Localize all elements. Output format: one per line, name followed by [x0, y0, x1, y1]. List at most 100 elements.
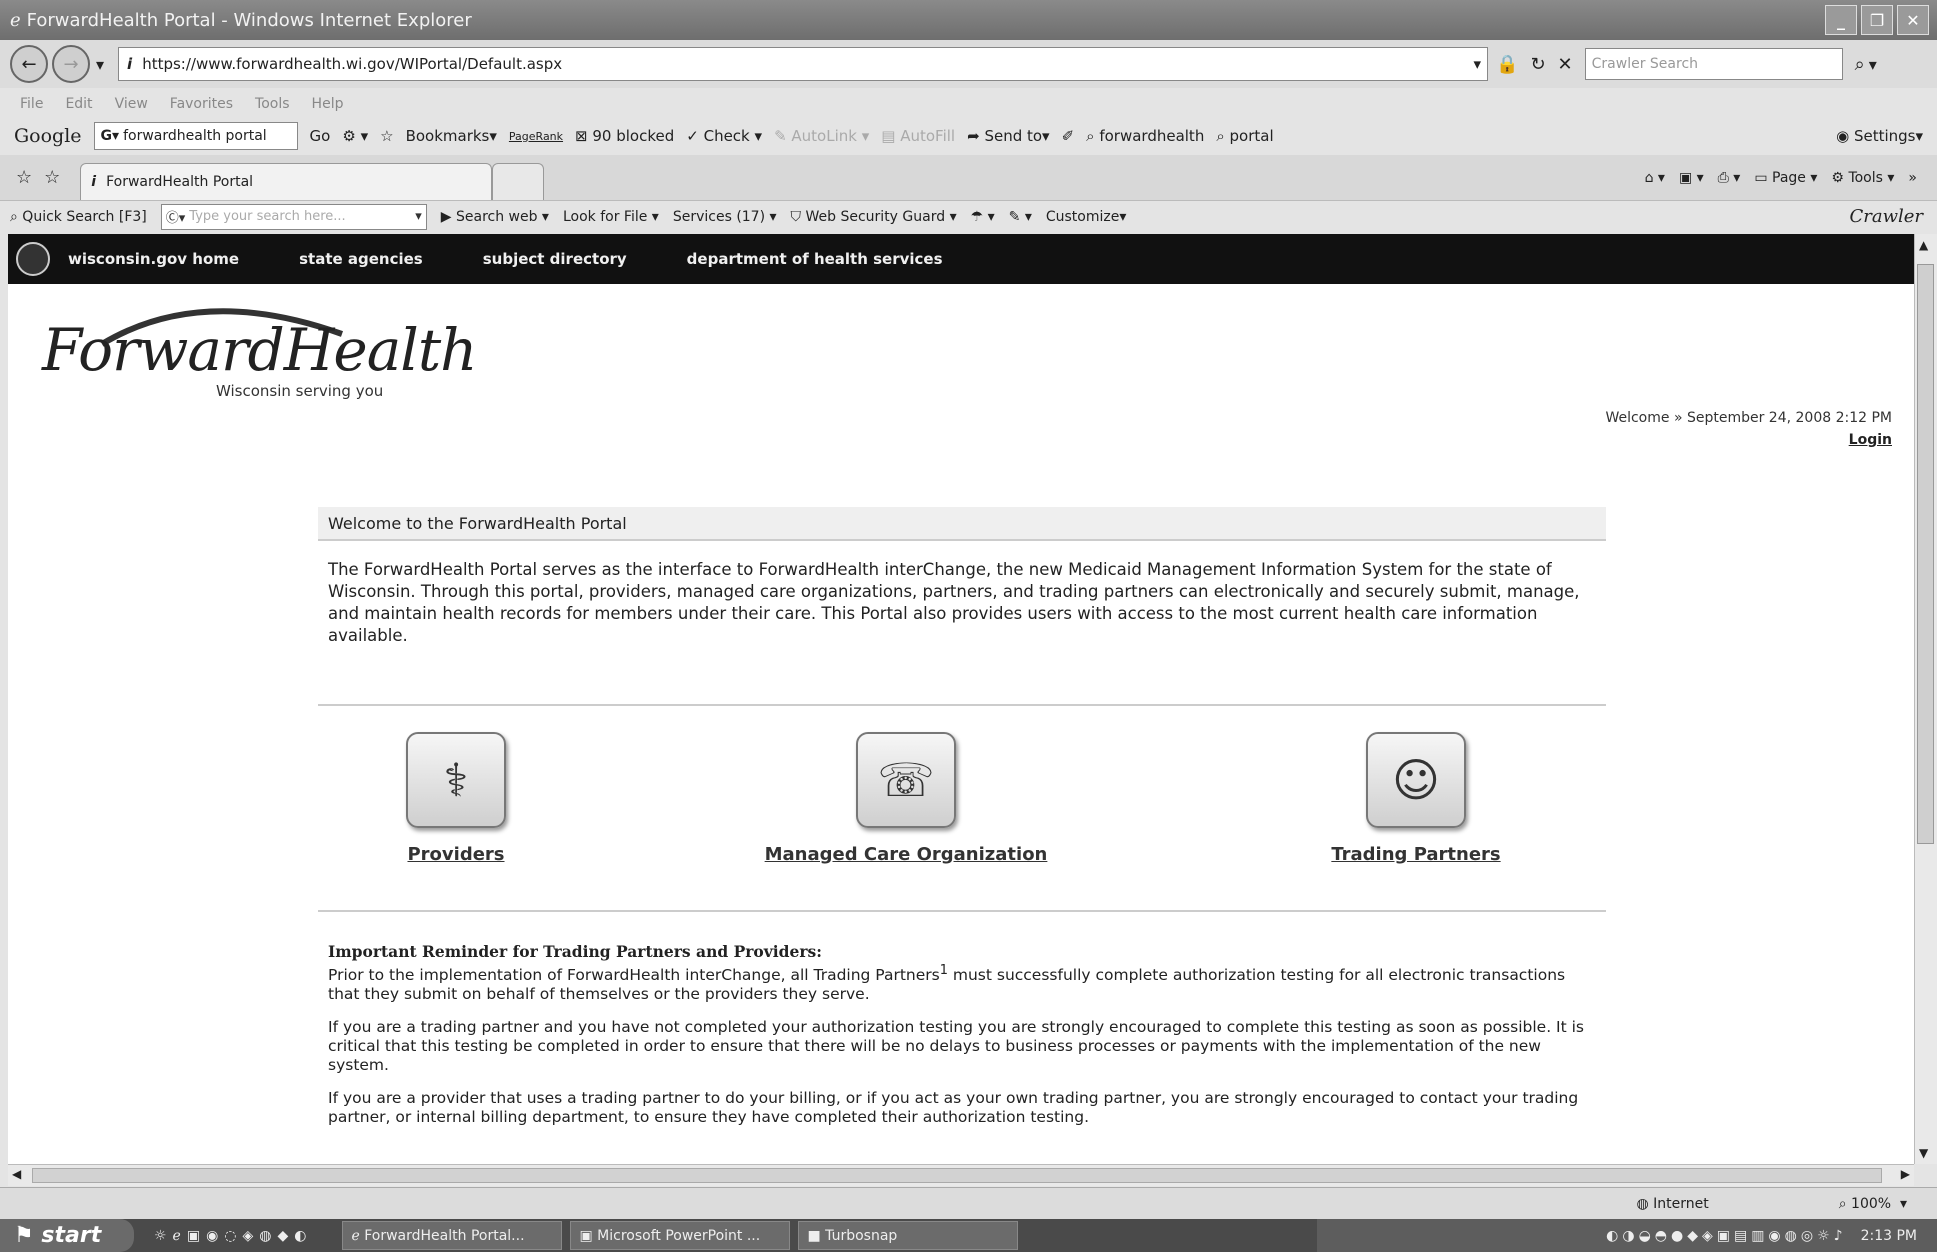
- quick-launch-icons[interactable]: ☼ℯ▣◉◌◈◍◆◐: [154, 1228, 312, 1244]
- tray-icons[interactable]: ◐◑◒◓●◆◈▣▤▥◉◍◎☼♪: [1606, 1228, 1846, 1244]
- customize-button[interactable]: Customize ▾: [1046, 209, 1127, 225]
- provider-doctor-icon[interactable]: ⚕: [406, 732, 506, 828]
- menu-edit[interactable]: Edit: [65, 96, 92, 112]
- start-button[interactable]: ⚑ start: [0, 1219, 134, 1252]
- home-icon[interactable]: ⌂ ▾: [1645, 170, 1665, 186]
- nav-state-agencies[interactable]: state agencies: [299, 250, 423, 268]
- providers-option[interactable]: ⚕ Providers: [276, 732, 636, 865]
- google-search-input[interactable]: G▾ forwardhealth portal: [93, 122, 298, 150]
- services-label: Services (17): [672, 208, 766, 225]
- taskbar-button-ie[interactable]: ℯ ForwardHealth Portal...: [342, 1221, 563, 1250]
- menu-tools[interactable]: Tools: [255, 96, 290, 112]
- address-field[interactable]: i https://www.forwardhealth.wi.gov/WIPor…: [118, 47, 1489, 81]
- highlight-term-forwardhealth[interactable]: ⌕ forwardhealth: [1086, 127, 1204, 145]
- search-icon[interactable]: ⌕: [1855, 54, 1865, 75]
- feeds-icon[interactable]: ▣ ▾: [1679, 170, 1704, 186]
- chevron-more-icon[interactable]: »: [1908, 170, 1917, 186]
- reminder-paragraph-2: If you are a trading partner and you hav…: [328, 1018, 1585, 1075]
- look-for-file-button[interactable]: Look for File ▾: [563, 209, 659, 225]
- history-dropdown-icon[interactable]: ▾: [96, 55, 104, 74]
- welcome-heading: Welcome to the ForwardHealth Portal: [318, 507, 1606, 541]
- menu-help[interactable]: Help: [312, 96, 344, 112]
- dropdown-icon: ▾: [415, 209, 422, 224]
- send-to-button[interactable]: ➦ Send to▾: [967, 127, 1049, 145]
- trading-partners-option[interactable]: ☺ Trading Partners: [1236, 732, 1596, 865]
- menu-file[interactable]: File: [20, 96, 43, 112]
- turbosnap-icon: ■: [807, 1227, 826, 1244]
- tab-forwardhealth-portal[interactable]: i ForwardHealth Portal: [80, 163, 493, 200]
- taskbar-button-turbosnap[interactable]: ■ Turbosnap: [798, 1221, 1019, 1250]
- ie-task-icon: ℯ: [351, 1227, 365, 1244]
- autolink-button[interactable]: ✎ AutoLink ▾: [774, 127, 869, 145]
- pagerank-indicator[interactable]: PageRank: [509, 130, 563, 143]
- zoom-control[interactable]: ⌕ 100% ▾: [1839, 1196, 1907, 1212]
- scroll-down-icon[interactable]: ▼: [1919, 1146, 1928, 1160]
- google-logo: Google: [14, 125, 82, 147]
- maximize-button[interactable]: ❐: [1861, 5, 1893, 35]
- weather-icon[interactable]: ☂ ▾: [971, 209, 995, 225]
- nav-wisconsin-gov-home[interactable]: wisconsin.gov home: [68, 250, 239, 268]
- add-favorites-icon[interactable]: ☆: [44, 167, 60, 188]
- reminder-p1-start: Prior to the implementation of ForwardHe…: [328, 966, 940, 985]
- menu-view[interactable]: View: [115, 96, 148, 112]
- tools-menu-label: Tools: [1848, 169, 1883, 186]
- wisconsin-seal-icon[interactable]: [16, 242, 50, 276]
- autofill-button[interactable]: ▤ AutoFill: [881, 127, 955, 145]
- favorites-star-icon[interactable]: ☆: [16, 167, 32, 188]
- back-button[interactable]: ←: [10, 45, 48, 83]
- spell-check-button[interactable]: ✓ Check ▾: [686, 127, 762, 145]
- managed-care-organization-link[interactable]: Managed Care Organization: [726, 844, 1086, 865]
- google-query: forwardhealth portal: [123, 128, 267, 144]
- forward-button[interactable]: →: [52, 45, 90, 83]
- popup-blocker-button[interactable]: ⊠ 90 blocked: [575, 127, 674, 145]
- scroll-left-icon[interactable]: ◀: [12, 1167, 21, 1181]
- scroll-up-icon[interactable]: ▲: [1919, 238, 1928, 252]
- taskbar-label: Microsoft PowerPoint ...: [597, 1227, 761, 1244]
- vertical-scroll-thumb[interactable]: [1917, 264, 1934, 844]
- address-dropdown-icon[interactable]: ▾: [1474, 55, 1482, 73]
- security-zone[interactable]: ◍ Internet: [1636, 1196, 1708, 1212]
- managed-care-organization-option[interactable]: ☏ Managed Care Organization: [726, 732, 1086, 865]
- google-settings-button[interactable]: ◉ Settings▾: [1836, 127, 1923, 145]
- login-link[interactable]: Login: [1849, 432, 1892, 448]
- refresh-icon[interactable]: ↻: [1530, 54, 1545, 75]
- pen-icon[interactable]: ✎ ▾: [1009, 209, 1032, 225]
- vertical-scrollbar[interactable]: ▲ ▼: [1914, 234, 1937, 1164]
- page-menu[interactable]: ▭ Page ▾: [1754, 170, 1817, 186]
- google-options-icon[interactable]: ⚙ ▾: [342, 127, 368, 145]
- menu-favorites[interactable]: Favorites: [170, 96, 233, 112]
- forwardhealth-logo[interactable]: ForwardHealth Wisconsin serving you: [42, 294, 477, 414]
- highlight-term-label: forwardhealth: [1099, 127, 1205, 145]
- crawler-search-input[interactable]: Crawler Search: [1584, 48, 1843, 80]
- print-icon[interactable]: ⎙ ▾: [1718, 170, 1741, 186]
- back-arrow-icon: ←: [21, 53, 37, 75]
- autofill-icon: ▤: [881, 127, 901, 145]
- highlight-icon[interactable]: ✐: [1062, 127, 1075, 145]
- horizontal-scroll-thumb[interactable]: [32, 1168, 1882, 1183]
- stop-icon[interactable]: ✕: [1558, 54, 1573, 75]
- lock-icon[interactable]: 🔒: [1496, 54, 1518, 75]
- taskbar-button-powerpoint[interactable]: ▣ Microsoft PowerPoint ...: [570, 1221, 791, 1250]
- quick-search-button[interactable]: ⌕ Quick Search [F3]: [10, 209, 147, 225]
- trading-partner-person-icon[interactable]: ☺: [1366, 732, 1466, 828]
- crawler-toolbar-search-input[interactable]: Ⓒ▾ Type your search here... ▾: [160, 203, 427, 230]
- tools-menu[interactable]: ⚙ Tools ▾: [1831, 170, 1894, 186]
- providers-link[interactable]: Providers: [276, 844, 636, 865]
- trading-partners-link[interactable]: Trading Partners: [1236, 844, 1596, 865]
- bookmarks-button[interactable]: Bookmarks▾: [406, 127, 497, 145]
- close-button[interactable]: ✕: [1897, 5, 1929, 35]
- intro-paragraph: The ForwardHealth Portal serves as the i…: [328, 560, 1580, 645]
- services-button[interactable]: Services (17) ▾: [673, 209, 777, 225]
- horizontal-scrollbar[interactable]: ◀ ▶: [8, 1164, 1914, 1186]
- nav-subject-directory[interactable]: subject directory: [483, 250, 627, 268]
- scroll-right-icon[interactable]: ▶: [1901, 1167, 1910, 1181]
- google-go-button[interactable]: Go: [310, 127, 331, 145]
- search-web-button[interactable]: ▶ Search web ▾: [441, 209, 549, 225]
- highlight-term-portal[interactable]: ⌕ portal: [1216, 127, 1273, 145]
- search-options-icon[interactable]: ▾: [1869, 55, 1877, 74]
- nav-department-of-health-services[interactable]: department of health services: [687, 250, 943, 268]
- new-tab-button[interactable]: [492, 163, 545, 200]
- web-security-guard-button[interactable]: ⛉ Web Security Guard ▾: [791, 209, 957, 225]
- managed-care-person-icon[interactable]: ☏: [856, 732, 956, 828]
- minimize-button[interactable]: _: [1825, 5, 1857, 35]
